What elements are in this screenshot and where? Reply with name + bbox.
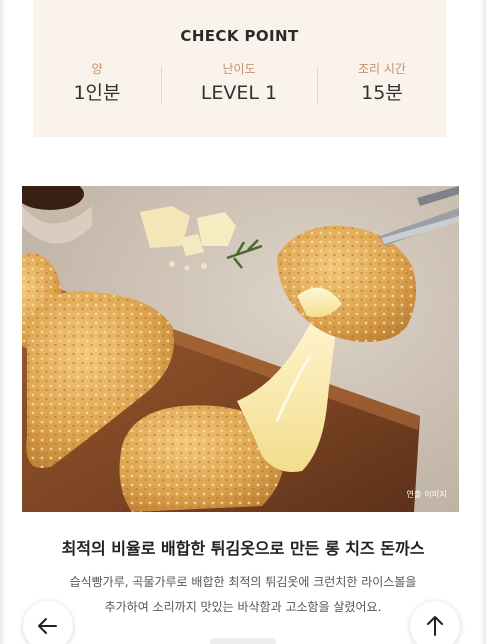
description-line-2: 추가하여 소리까지 맛있는 바삭함과 고소함을 살렸어요. [104, 600, 382, 614]
photo-caption: 연출 이미지 [406, 490, 447, 499]
servings-info: 양 1인분 [33, 61, 161, 111]
difficulty-info: 난이도 LEVEL 1 [175, 61, 303, 111]
product-photo: 연출 이미지 [22, 186, 459, 512]
product-detail-page: CHECK POINT 양 1인분 난이도 LEVEL 1 조리 시간 15분 [0, 0, 486, 644]
cheese-cutlet-illustration [22, 186, 459, 512]
arrow-up-icon [427, 616, 443, 636]
servings-value: 1인분 [73, 82, 121, 104]
description-line-1: 습식빵가루, 곡물가루로 배합한 최적의 튀김옷에 크런치한 라이스볼을 [69, 575, 417, 589]
cook-time-label: 조리 시간 [358, 62, 406, 76]
servings-label: 양 [91, 62, 103, 76]
scroll-to-top-button[interactable] [410, 601, 460, 644]
cook-time-info: 조리 시간 15분 [318, 61, 446, 111]
bottom-bar-handle [210, 638, 276, 644]
check-point-panel: CHECK POINT 양 1인분 난이도 LEVEL 1 조리 시간 15분 [33, 0, 446, 137]
check-point-title: CHECK POINT [180, 27, 299, 45]
arrow-left-icon [38, 618, 57, 634]
divider [161, 66, 162, 104]
difficulty-value: LEVEL 1 [200, 82, 278, 104]
product-headline: 최적의 비율로 배합한 튀김옷으로 만든 롱 치즈 돈까스 [61, 539, 425, 558]
back-button[interactable] [23, 601, 73, 644]
difficulty-label: 난이도 [222, 62, 256, 76]
cook-time-value: 15분 [361, 82, 403, 104]
